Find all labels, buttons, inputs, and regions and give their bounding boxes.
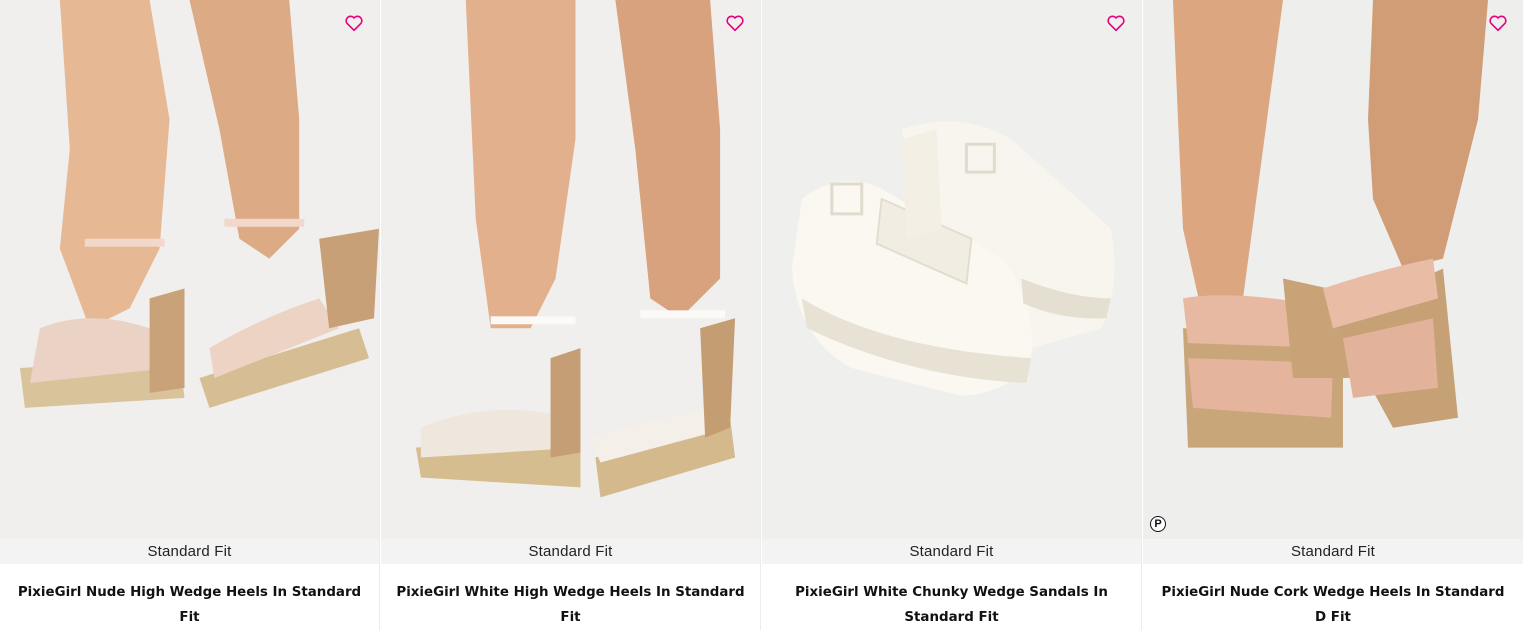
product-photo <box>762 0 1141 540</box>
product-title-link[interactable]: PixieGirl White High Wedge Heels In Stan… <box>381 564 760 630</box>
product-card[interactable]: Standard Fit PixieGirl White High Wedge … <box>381 0 761 630</box>
fit-label: Standard Fit <box>381 539 760 564</box>
product-card[interactable]: P Standard Fit PixieGirl Nude Cork Wedge… <box>1143 0 1523 630</box>
p-badge-icon: P <box>1150 516 1166 533</box>
wishlist-heart-icon[interactable] <box>1487 12 1509 34</box>
product-card[interactable]: Standard Fit PixieGirl White Chunky Wedg… <box>762 0 1142 630</box>
fit-label: Standard Fit <box>1143 539 1523 564</box>
product-title-link[interactable]: PixieGirl White Chunky Wedge Sandals In … <box>762 564 1141 630</box>
product-grid: Standard Fit PixieGirl Nude High Wedge H… <box>0 0 1527 630</box>
product-photo <box>1143 0 1523 540</box>
wishlist-heart-icon[interactable] <box>1105 12 1127 34</box>
fit-label: Standard Fit <box>762 539 1141 564</box>
product-card[interactable]: Standard Fit PixieGirl Nude High Wedge H… <box>0 0 380 630</box>
product-image[interactable]: P <box>1143 0 1523 540</box>
wishlist-heart-icon[interactable] <box>343 12 365 34</box>
product-title-link[interactable]: PixieGirl Nude Cork Wedge Heels In Stand… <box>1143 564 1523 630</box>
product-title-link[interactable]: PixieGirl Nude High Wedge Heels In Stand… <box>0 564 379 630</box>
fit-label: Standard Fit <box>0 539 379 564</box>
product-image[interactable] <box>762 0 1141 540</box>
product-image[interactable] <box>381 0 760 540</box>
product-photo <box>0 0 379 540</box>
wishlist-heart-icon[interactable] <box>724 12 746 34</box>
product-photo <box>381 0 760 540</box>
product-image[interactable] <box>0 0 379 540</box>
